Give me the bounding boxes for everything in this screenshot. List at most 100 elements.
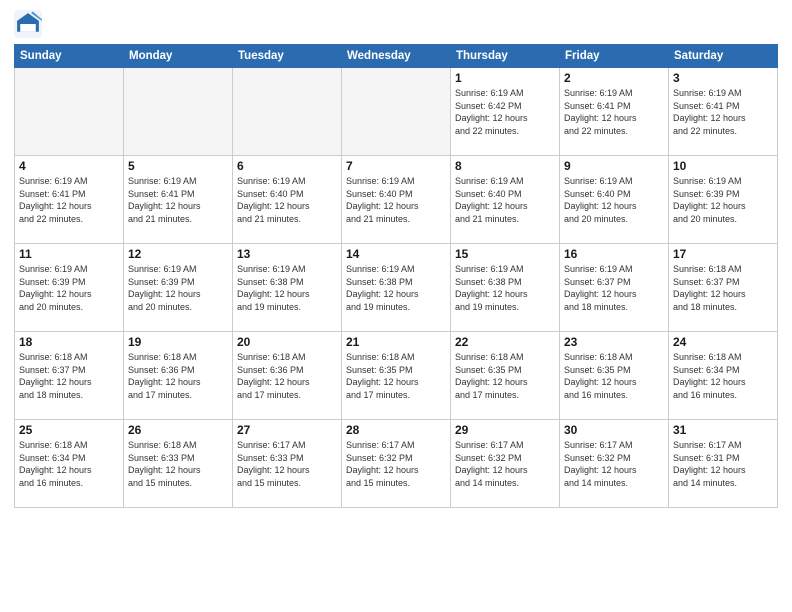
day-detail: Sunrise: 6:19 AM Sunset: 6:41 PM Dayligh… <box>19 175 119 225</box>
day-number: 7 <box>346 159 446 173</box>
day-detail: Sunrise: 6:17 AM Sunset: 6:32 PM Dayligh… <box>346 439 446 489</box>
day-detail: Sunrise: 6:19 AM Sunset: 6:38 PM Dayligh… <box>237 263 337 313</box>
day-number: 2 <box>564 71 664 85</box>
week-row-3: 11Sunrise: 6:19 AM Sunset: 6:39 PM Dayli… <box>15 244 778 332</box>
day-cell: 14 Sunrise: 6:19 AM Sunset: 6:38 PM Dayli… <box>342 244 451 332</box>
day-cell: 2 Sunrise: 6:19 AM Sunset: 6:41 PM Daylig… <box>560 68 669 156</box>
day-cell: 27 Sunrise: 6:17 AM Sunset: 6:33 PM Dayli… <box>233 420 342 508</box>
col-header-thursday: Thursday <box>451 45 560 68</box>
day-number: 17 <box>673 247 773 261</box>
col-header-wednesday: Wednesday <box>342 45 451 68</box>
week-row-5: 25 Sunrise: 6:18 AM Sunset: 6:34 PM Dayli… <box>15 420 778 508</box>
calendar-body: 1 Sunrise: 6:19 AM Sunset: 6:42 PM Daylig… <box>15 68 778 508</box>
day-cell: 6 Sunrise: 6:19 AM Sunset: 6:40 PM Daylig… <box>233 156 342 244</box>
logo <box>14 10 46 38</box>
day-cell: 13 Sunrise: 6:19 AM Sunset: 6:38 PM Dayli… <box>233 244 342 332</box>
day-cell: 25 Sunrise: 6:18 AM Sunset: 6:34 PM Dayli… <box>15 420 124 508</box>
day-cell: 26Sunrise: 6:18 AM Sunset: 6:33 PM Dayli… <box>124 420 233 508</box>
day-number: 4 <box>19 159 119 173</box>
calendar: SundayMondayTuesdayWednesdayThursdayFrid… <box>14 44 778 508</box>
day-cell: 12 Sunrise: 6:19 AM Sunset: 6:39 PM Dayli… <box>124 244 233 332</box>
day-cell: 29Sunrise: 6:17 AM Sunset: 6:32 PM Dayli… <box>451 420 560 508</box>
day-cell: 4 Sunrise: 6:19 AM Sunset: 6:41 PM Daylig… <box>15 156 124 244</box>
day-cell <box>342 68 451 156</box>
col-header-saturday: Saturday <box>669 45 778 68</box>
day-detail: Sunrise: 6:18 AM Sunset: 6:37 PM Dayligh… <box>19 351 119 401</box>
day-number: 12 <box>128 247 228 261</box>
day-number: 29 <box>455 423 555 437</box>
week-row-2: 4 Sunrise: 6:19 AM Sunset: 6:41 PM Daylig… <box>15 156 778 244</box>
day-cell: 20Sunrise: 6:18 AM Sunset: 6:36 PM Dayli… <box>233 332 342 420</box>
day-cell: 5 Sunrise: 6:19 AM Sunset: 6:41 PM Daylig… <box>124 156 233 244</box>
day-detail: Sunrise: 6:18 AM Sunset: 6:36 PM Dayligh… <box>128 351 228 401</box>
day-cell: 15Sunrise: 6:19 AM Sunset: 6:38 PM Dayli… <box>451 244 560 332</box>
day-detail: Sunrise: 6:17 AM Sunset: 6:33 PM Dayligh… <box>237 439 337 489</box>
day-number: 16 <box>564 247 664 261</box>
header-row <box>14 10 778 38</box>
day-number: 24 <box>673 335 773 349</box>
day-number: 14 <box>346 247 446 261</box>
day-detail: Sunrise: 6:18 AM Sunset: 6:37 PM Dayligh… <box>673 263 773 313</box>
day-number: 10 <box>673 159 773 173</box>
day-cell: 16 Sunrise: 6:19 AM Sunset: 6:37 PM Dayli… <box>560 244 669 332</box>
day-cell: 19Sunrise: 6:18 AM Sunset: 6:36 PM Dayli… <box>124 332 233 420</box>
day-detail: Sunrise: 6:18 AM Sunset: 6:36 PM Dayligh… <box>237 351 337 401</box>
day-number: 22 <box>455 335 555 349</box>
day-detail: Sunrise: 6:17 AM Sunset: 6:32 PM Dayligh… <box>564 439 664 489</box>
day-number: 28 <box>346 423 446 437</box>
day-detail: Sunrise: 6:19 AM Sunset: 6:40 PM Dayligh… <box>455 175 555 225</box>
day-detail: Sunrise: 6:19 AM Sunset: 6:40 PM Dayligh… <box>237 175 337 225</box>
day-detail: Sunrise: 6:18 AM Sunset: 6:34 PM Dayligh… <box>673 351 773 401</box>
day-number: 31 <box>673 423 773 437</box>
day-cell: 28 Sunrise: 6:17 AM Sunset: 6:32 PM Dayli… <box>342 420 451 508</box>
day-number: 1 <box>455 71 555 85</box>
day-cell: 1 Sunrise: 6:19 AM Sunset: 6:42 PM Daylig… <box>451 68 560 156</box>
col-header-sunday: Sunday <box>15 45 124 68</box>
day-number: 27 <box>237 423 337 437</box>
day-cell: 9 Sunrise: 6:19 AM Sunset: 6:40 PM Daylig… <box>560 156 669 244</box>
day-cell: 30 Sunrise: 6:17 AM Sunset: 6:32 PM Dayli… <box>560 420 669 508</box>
day-cell: 11Sunrise: 6:19 AM Sunset: 6:39 PM Dayli… <box>15 244 124 332</box>
header-row-days: SundayMondayTuesdayWednesdayThursdayFrid… <box>15 45 778 68</box>
day-number: 8 <box>455 159 555 173</box>
day-detail: Sunrise: 6:19 AM Sunset: 6:41 PM Dayligh… <box>128 175 228 225</box>
day-number: 9 <box>564 159 664 173</box>
day-cell: 17 Sunrise: 6:18 AM Sunset: 6:37 PM Dayli… <box>669 244 778 332</box>
day-number: 30 <box>564 423 664 437</box>
day-detail: Sunrise: 6:19 AM Sunset: 6:37 PM Dayligh… <box>564 263 664 313</box>
day-detail: Sunrise: 6:18 AM Sunset: 6:35 PM Dayligh… <box>564 351 664 401</box>
week-row-4: 18Sunrise: 6:18 AM Sunset: 6:37 PM Dayli… <box>15 332 778 420</box>
day-detail: Sunrise: 6:18 AM Sunset: 6:34 PM Dayligh… <box>19 439 119 489</box>
day-number: 5 <box>128 159 228 173</box>
col-header-monday: Monday <box>124 45 233 68</box>
day-detail: Sunrise: 6:18 AM Sunset: 6:35 PM Dayligh… <box>455 351 555 401</box>
day-number: 23 <box>564 335 664 349</box>
day-detail: Sunrise: 6:19 AM Sunset: 6:40 PM Dayligh… <box>564 175 664 225</box>
day-number: 6 <box>237 159 337 173</box>
day-number: 26 <box>128 423 228 437</box>
day-cell <box>124 68 233 156</box>
day-detail: Sunrise: 6:19 AM Sunset: 6:38 PM Dayligh… <box>346 263 446 313</box>
day-detail: Sunrise: 6:19 AM Sunset: 6:42 PM Dayligh… <box>455 87 555 137</box>
day-number: 21 <box>346 335 446 349</box>
day-detail: Sunrise: 6:18 AM Sunset: 6:35 PM Dayligh… <box>346 351 446 401</box>
day-cell: 31Sunrise: 6:17 AM Sunset: 6:31 PM Dayli… <box>669 420 778 508</box>
page: SundayMondayTuesdayWednesdayThursdayFrid… <box>0 0 792 612</box>
day-cell: 18Sunrise: 6:18 AM Sunset: 6:37 PM Dayli… <box>15 332 124 420</box>
day-detail: Sunrise: 6:19 AM Sunset: 6:38 PM Dayligh… <box>455 263 555 313</box>
day-number: 25 <box>19 423 119 437</box>
day-cell: 22 Sunrise: 6:18 AM Sunset: 6:35 PM Dayli… <box>451 332 560 420</box>
day-detail: Sunrise: 6:19 AM Sunset: 6:39 PM Dayligh… <box>128 263 228 313</box>
day-cell <box>233 68 342 156</box>
day-detail: Sunrise: 6:19 AM Sunset: 6:41 PM Dayligh… <box>673 87 773 137</box>
day-detail: Sunrise: 6:19 AM Sunset: 6:41 PM Dayligh… <box>564 87 664 137</box>
week-row-1: 1 Sunrise: 6:19 AM Sunset: 6:42 PM Daylig… <box>15 68 778 156</box>
calendar-header: SundayMondayTuesdayWednesdayThursdayFrid… <box>15 45 778 68</box>
day-number: 13 <box>237 247 337 261</box>
day-cell: 10Sunrise: 6:19 AM Sunset: 6:39 PM Dayli… <box>669 156 778 244</box>
day-cell: 8 Sunrise: 6:19 AM Sunset: 6:40 PM Daylig… <box>451 156 560 244</box>
day-detail: Sunrise: 6:19 AM Sunset: 6:40 PM Dayligh… <box>346 175 446 225</box>
col-header-friday: Friday <box>560 45 669 68</box>
logo-icon <box>14 10 42 38</box>
day-cell <box>15 68 124 156</box>
